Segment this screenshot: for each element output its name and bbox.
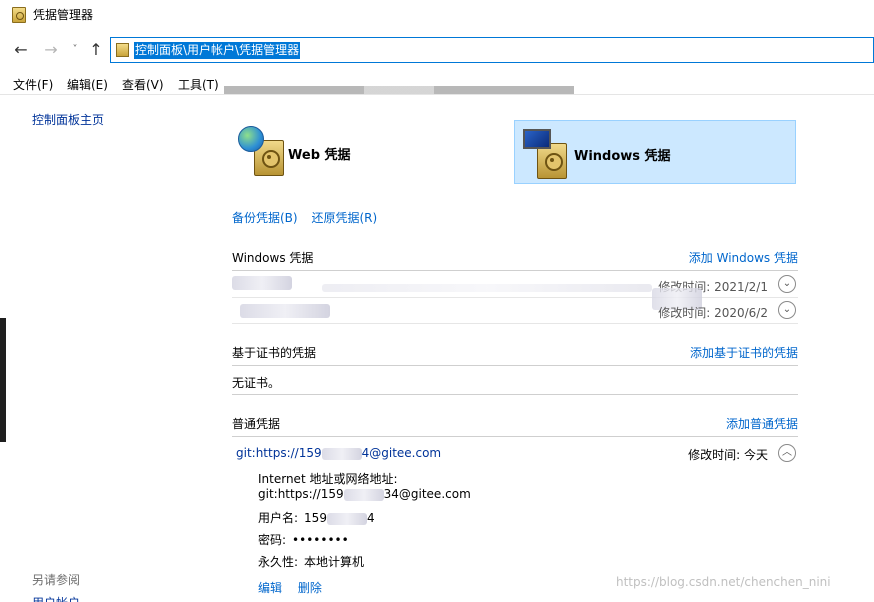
address-path[interactable]: 控制面板\用户帐户\凭据管理器 (134, 42, 301, 59)
redacted-credential-name (232, 276, 292, 290)
control-panel-icon (116, 43, 129, 57)
edit-credential-link[interactable]: 编辑 (258, 581, 282, 595)
persistence-field: 永久性: 本地计算机 (258, 555, 365, 569)
section-title: 基于证书的凭据 (232, 346, 317, 360)
back-arrow-icon[interactable]: ← (12, 40, 30, 60)
generic-credentials-header: 普通凭据 添加普通凭据 (232, 411, 798, 437)
address-field[interactable]: 控制面板\用户帐户\凭据管理器 (110, 37, 874, 63)
restore-credentials-link[interactable]: 还原凭据(R) (311, 211, 377, 225)
internet-address-label: Internet 地址或网络地址: (258, 472, 398, 486)
user-accounts-link[interactable]: 用户帐户 (32, 594, 80, 602)
internet-address-value: git:https://159 34@gitee.com (258, 487, 471, 501)
add-certificate-credential-link[interactable]: 添加基于证书的凭据 (690, 344, 798, 361)
certificate-credentials-header: 基于证书的凭据 添加基于证书的凭据 (232, 340, 798, 366)
up-arrow-icon[interactable]: ↑ (87, 40, 105, 60)
windows-credentials-tile[interactable]: Windows 凭据 (514, 120, 796, 184)
windows-credentials-header: Windows 凭据 添加 Windows 凭据 (232, 245, 798, 271)
add-generic-credential-link[interactable]: 添加普通凭据 (726, 415, 798, 432)
chevron-down-icon[interactable]: ⌄ (778, 301, 796, 319)
delete-credential-link[interactable]: 删除 (298, 581, 322, 595)
backup-restore-links: 备份凭据(B) 还原凭据(R) (232, 209, 387, 226)
username-field: 用户名: 159 4 (258, 511, 375, 525)
menu-file[interactable]: 文件(F) (13, 76, 53, 93)
credential-manager-icon (12, 7, 26, 23)
no-certificates-text: 无证书。 (232, 376, 281, 390)
main-content: Web 凭据 Windows 凭据 备份凭据(B) 还原凭据(R) Window… (210, 86, 874, 602)
section-title: Windows 凭据 (232, 251, 314, 265)
redaction-overlay (322, 284, 652, 292)
control-panel-home-link[interactable]: 控制面板主页 (32, 111, 104, 128)
backup-credentials-link[interactable]: 备份凭据(B) (232, 211, 298, 225)
web-credentials-tile[interactable]: Web 凭据 (232, 120, 514, 184)
password-field: 密码: •••••••• (258, 533, 349, 547)
divider (232, 394, 798, 395)
sidebar: 控制面板主页 另请参阅 用户帐户 (0, 96, 210, 602)
monitor-icon (523, 129, 551, 149)
modified-time: 修改时间: 2020/6/2 (658, 306, 768, 320)
menu-edit[interactable]: 编辑(E) (67, 76, 108, 93)
globe-icon (238, 126, 264, 152)
clipped-description-text (224, 86, 574, 94)
recent-locations-chevron-icon[interactable]: ˅ (66, 40, 84, 60)
web-credentials-label: Web 凭据 (288, 148, 351, 163)
title-bar: 凭据管理器 (0, 0, 874, 30)
forward-arrow-icon[interactable]: → (42, 40, 60, 60)
windows-credentials-label: Windows 凭据 (574, 149, 671, 164)
background-window-edge (0, 318, 6, 442)
chevron-down-icon[interactable]: ⌄ (778, 275, 796, 293)
windows-credential-row[interactable]: 修改时间: 2021/2/1 ⌄ (232, 272, 798, 298)
credential-actions: 编辑 删除 (258, 579, 334, 596)
address-bar: ← → ˅ ↑ 控制面板\用户帐户\凭据管理器 (0, 30, 874, 70)
generic-credential-row[interactable]: git:https://159 4@gitee.com 修改时间: 今天 ︿ (236, 444, 798, 466)
see-also-heading: 另请参阅 (32, 573, 81, 587)
credential-address: git:https://159 4@gitee.com (236, 446, 442, 460)
redacted-credential-name (240, 304, 330, 318)
window-title: 凭据管理器 (33, 8, 94, 22)
section-title: 普通凭据 (232, 417, 281, 431)
windows-credential-row[interactable]: 修改时间: 2020/6/2 ⌄ (232, 288, 798, 324)
modified-time: 修改时间: 今天 (688, 448, 768, 462)
add-windows-credential-link[interactable]: 添加 Windows 凭据 (689, 249, 798, 266)
chevron-up-icon[interactable]: ︿ (778, 444, 796, 462)
watermark-text: https://blog.csdn.net/chenchen_nini (616, 575, 831, 589)
menu-tools[interactable]: 工具(T) (178, 76, 219, 93)
menu-view[interactable]: 查看(V) (122, 76, 164, 93)
